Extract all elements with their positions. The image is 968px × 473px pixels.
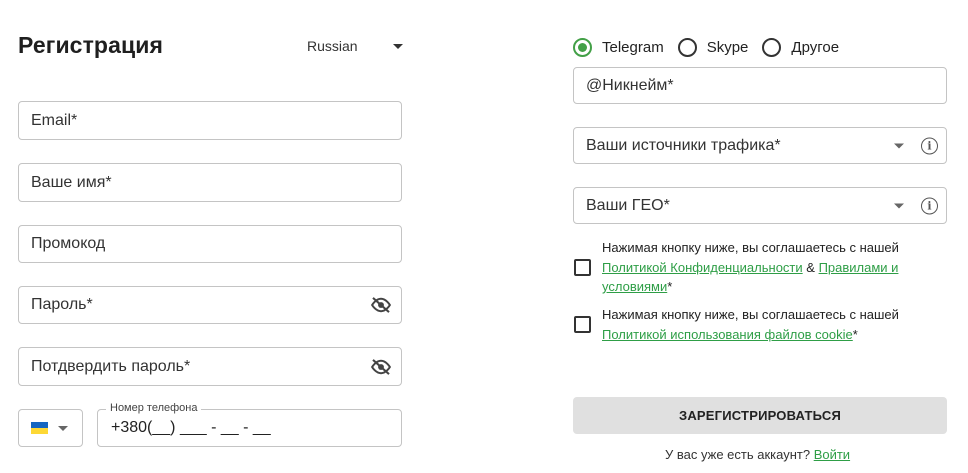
- phone-label: Номер телефона: [106, 402, 202, 414]
- radio-label: Skype: [706, 39, 749, 56]
- confirm-password-field[interactable]: Потдвердить пароль*: [18, 347, 402, 386]
- info-icon[interactable]: i: [921, 197, 938, 214]
- chevron-down-icon: [894, 143, 904, 148]
- terms-link-continued[interactable]: условиями: [602, 279, 667, 294]
- traffic-sources-select[interactable]: Ваши источники трафика* i: [573, 127, 947, 164]
- consent-text: Нажимая кнопку ниже, вы соглашаетесь с н…: [602, 307, 899, 322]
- country-code-select[interactable]: [18, 409, 83, 447]
- traffic-sources-placeholder: Ваши источники трафика*: [586, 136, 781, 154]
- register-button[interactable]: ЗАРЕГИСТРИРОВАТЬСЯ: [573, 397, 947, 434]
- email-field[interactable]: Email*: [18, 101, 402, 140]
- password-placeholder: Пароль*: [31, 296, 93, 313]
- language-value: Russian: [307, 38, 358, 54]
- chevron-down-icon: [393, 43, 403, 49]
- promo-code-field[interactable]: Промокод: [18, 225, 402, 263]
- phone-field[interactable]: Номер телефона +380(__) ___ - __ - __: [97, 402, 402, 447]
- chevron-down-icon: [58, 425, 68, 431]
- language-select[interactable]: Russian: [307, 36, 403, 56]
- nickname-placeholder: @Никнейм*: [586, 76, 674, 94]
- cookie-consent-text: Нажимая кнопку ниже, вы соглашаетесь с н…: [602, 305, 942, 344]
- radio-label: Другое: [791, 39, 840, 56]
- name-field[interactable]: Ваше имя*: [18, 163, 402, 202]
- page-title: Регистрация: [18, 32, 163, 58]
- cookie-consent-checkbox[interactable]: [574, 316, 591, 333]
- email-placeholder: Email*: [31, 111, 78, 129]
- promo-placeholder: Промокод: [31, 235, 106, 252]
- nickname-field[interactable]: @Никнейм*: [573, 67, 947, 104]
- privacy-consent-text: Нажимая кнопку ниже, вы соглашаетесь с н…: [602, 238, 942, 297]
- radio-unchecked-icon[interactable]: [677, 38, 697, 57]
- privacy-policy-link[interactable]: Политикой Конфиденциальности: [602, 260, 803, 275]
- ukraine-flag-icon: [31, 422, 48, 434]
- privacy-consent-checkbox[interactable]: [574, 259, 591, 276]
- info-icon[interactable]: i: [921, 137, 938, 154]
- eye-off-icon[interactable]: [370, 358, 392, 375]
- login-prompt: У вас уже есть аккаунт? Войти: [665, 447, 850, 462]
- radio-checked-icon[interactable]: [573, 38, 592, 57]
- cookie-policy-link[interactable]: Политикой использования файлов cookie: [602, 327, 853, 342]
- required-mark: *: [667, 279, 673, 294]
- radio-telegram[interactable]: Telegram: [573, 38, 664, 57]
- terms-link[interactable]: Правилами и: [819, 260, 899, 275]
- eye-off-icon[interactable]: [370, 297, 392, 313]
- consent-and: &: [802, 259, 819, 275]
- login-link[interactable]: Войти: [814, 447, 850, 462]
- radio-unchecked-icon[interactable]: [762, 38, 782, 57]
- password-field[interactable]: Пароль*: [18, 286, 402, 324]
- have-account-text: У вас уже есть аккаунт?: [665, 447, 814, 462]
- confirm-password-placeholder: Потдвердить пароль*: [31, 357, 191, 375]
- geo-select[interactable]: Ваши ГЕО* i: [573, 187, 947, 224]
- radio-skype[interactable]: Skype: [677, 38, 749, 57]
- radio-other[interactable]: Другое: [762, 38, 839, 57]
- required-mark: *: [852, 326, 858, 342]
- consent-text: Нажимая кнопку ниже, вы соглашаетесь с н…: [602, 240, 899, 255]
- chevron-down-icon: [894, 203, 904, 208]
- phone-value: +380(__) ___ - __ - __: [111, 419, 271, 436]
- messenger-radio-group: Telegram Skype Другое: [573, 38, 853, 57]
- name-placeholder: Ваше имя*: [31, 173, 112, 191]
- geo-placeholder: Ваши ГЕО*: [586, 196, 670, 214]
- radio-label: Telegram: [602, 39, 664, 56]
